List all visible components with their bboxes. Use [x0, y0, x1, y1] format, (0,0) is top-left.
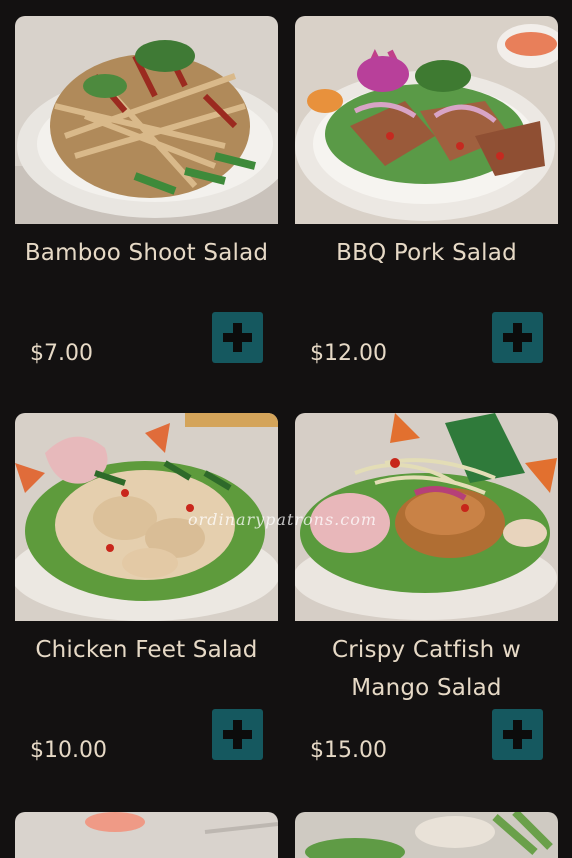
dish-name: Crispy Catfish w Mango Salad: [332, 637, 521, 701]
menu-page: Bamboo Shoot Salad $7.00 BBQ Pork Salad …: [0, 0, 572, 858]
dish-photo[interactable]: [295, 16, 558, 224]
menu-item-card[interactable]: Chicken Feet Salad $10.00: [15, 413, 278, 810]
plus-icon-bar: [503, 333, 532, 342]
dish-price: $10.00: [30, 738, 107, 763]
menu-item-card[interactable]: Bamboo Shoot Salad $7.00: [15, 16, 278, 413]
add-to-cart-button[interactable]: [492, 709, 543, 760]
dish-name: Bamboo Shoot Salad: [24, 240, 269, 266]
menu-item-card[interactable]: BBQ Pork Salad $12.00: [295, 16, 558, 413]
plus-icon-bar: [223, 730, 252, 739]
add-to-cart-button[interactable]: [212, 709, 263, 760]
dish-price: $12.00: [310, 341, 387, 366]
next-row-partial: [15, 812, 558, 858]
dish-name: Chicken Feet Salad: [35, 637, 258, 663]
partial-dish-image: [295, 812, 558, 858]
dish-price: $7.00: [30, 341, 93, 366]
add-to-cart-button[interactable]: [492, 312, 543, 363]
add-to-cart-button[interactable]: [212, 312, 263, 363]
watermark-text: ordinarypatrons.com: [188, 510, 378, 529]
dish-photo[interactable]: [15, 16, 278, 224]
bbq-pork-salad-image: [295, 16, 558, 224]
dish-price: $15.00: [310, 738, 387, 763]
plus-icon-bar: [223, 333, 252, 342]
menu-grid: Bamboo Shoot Salad $7.00 BBQ Pork Salad …: [15, 16, 558, 810]
dish-photo-partial[interactable]: [15, 812, 278, 858]
dish-name: BBQ Pork Salad: [336, 240, 517, 266]
partial-dish-image: [15, 812, 278, 858]
plus-icon-bar: [503, 730, 532, 739]
bamboo-shoot-salad-image: [15, 16, 278, 224]
menu-item-card[interactable]: Crispy Catfish w Mango Salad $15.00: [295, 413, 558, 810]
dish-photo-partial[interactable]: [295, 812, 558, 858]
